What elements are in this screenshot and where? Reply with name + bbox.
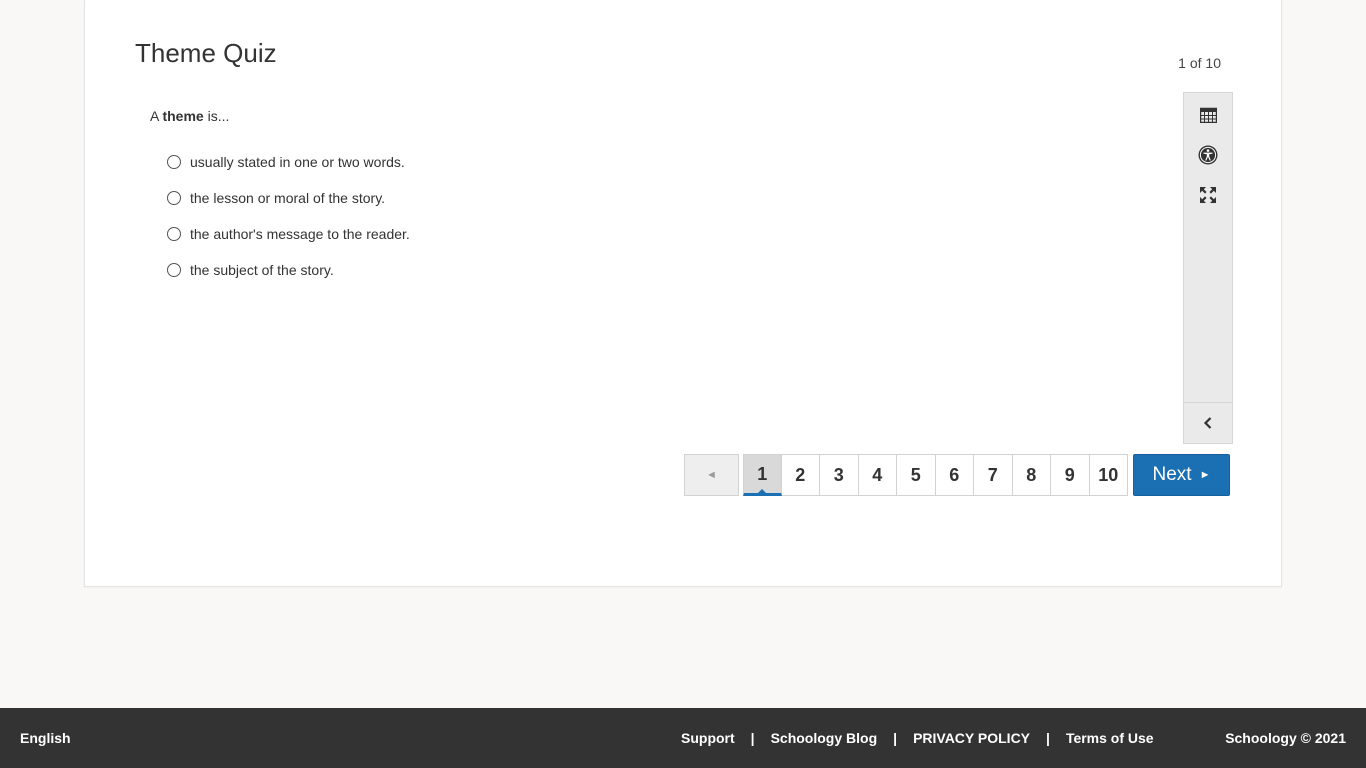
- page-title: Theme Quiz: [135, 38, 277, 68]
- footer-separator: |: [893, 730, 898, 746]
- answer-label: the lesson or moral of the story.: [190, 190, 386, 206]
- footer-separator: |: [750, 730, 755, 746]
- answer-label: the author's message to the reader.: [190, 226, 410, 242]
- next-arrow-icon: ►: [1199, 469, 1211, 481]
- footer-links: Support | Schoology Blog | PRIVACY POLIC…: [681, 730, 1154, 746]
- answer-label: usually stated in one or two words.: [190, 154, 405, 170]
- quiz-card: Theme Quiz 1 of 10 A theme is... usually…: [84, 0, 1282, 587]
- prompt-prefix: A: [150, 108, 163, 124]
- language-selector[interactable]: English: [20, 730, 71, 746]
- answer-choice-1[interactable]: usually stated in one or two words.: [167, 144, 410, 180]
- page-number-2[interactable]: 2: [781, 454, 820, 496]
- radio-button[interactable]: [167, 227, 181, 241]
- answer-label: the subject of the story.: [190, 262, 334, 278]
- radio-button[interactable]: [167, 263, 181, 277]
- question-prompt: A theme is...: [150, 108, 229, 124]
- prompt-suffix: is...: [203, 108, 230, 124]
- calendar-tool-button[interactable]: [1184, 95, 1232, 135]
- answer-choice-3[interactable]: the author's message to the reader.: [167, 216, 410, 252]
- page-numbers: 1 2 3 4 5 6 7 8 9 10: [743, 454, 1128, 496]
- footer-link-support[interactable]: Support: [681, 730, 735, 746]
- answer-choice-4[interactable]: the subject of the story.: [167, 252, 410, 288]
- accessibility-tool-button[interactable]: [1184, 135, 1232, 175]
- expand-icon: [1200, 187, 1216, 203]
- prompt-keyword: theme: [162, 108, 204, 124]
- answer-choices: usually stated in one or two words. the …: [167, 144, 410, 288]
- page-number-4[interactable]: 4: [858, 454, 897, 496]
- next-button[interactable]: Next ►: [1133, 454, 1230, 496]
- answer-choice-2[interactable]: the lesson or moral of the story.: [167, 180, 410, 216]
- calendar-icon: [1199, 107, 1217, 123]
- page-number-5[interactable]: 5: [897, 454, 936, 496]
- previous-button[interactable]: ◄: [684, 454, 739, 496]
- radio-button[interactable]: [167, 155, 181, 169]
- accessibility-icon: [1198, 145, 1218, 165]
- footer-link-terms[interactable]: Terms of Use: [1066, 730, 1154, 746]
- question-counter: 1 of 10: [1178, 55, 1221, 71]
- page-number-9[interactable]: 9: [1051, 454, 1090, 496]
- tool-sidebar: [1183, 92, 1233, 444]
- page-number-3[interactable]: 3: [820, 454, 859, 496]
- copyright-text: Schoology © 2021: [1225, 730, 1346, 746]
- page-number-7[interactable]: 7: [974, 454, 1013, 496]
- radio-button[interactable]: [167, 191, 181, 205]
- footer-link-privacy[interactable]: PRIVACY POLICY: [913, 730, 1030, 746]
- page-number-8[interactable]: 8: [1012, 454, 1051, 496]
- collapse-sidebar-button[interactable]: [1184, 402, 1232, 443]
- fullscreen-tool-button[interactable]: [1184, 175, 1232, 215]
- page-number-10[interactable]: 10: [1089, 454, 1128, 496]
- site-footer: English Support | Schoology Blog | PRIVA…: [0, 708, 1366, 768]
- chevron-left-icon: [1203, 417, 1212, 429]
- question-pager: ◄ 1 2 3 4 5 6 7 8 9 10 Next ►: [684, 454, 1230, 496]
- page-number-6[interactable]: 6: [935, 454, 974, 496]
- page-number-1[interactable]: 1: [743, 454, 782, 496]
- footer-separator: |: [1046, 730, 1050, 746]
- previous-arrow-icon: ◄: [706, 469, 717, 481]
- footer-link-blog[interactable]: Schoology Blog: [771, 730, 878, 746]
- next-label: Next: [1152, 464, 1192, 485]
